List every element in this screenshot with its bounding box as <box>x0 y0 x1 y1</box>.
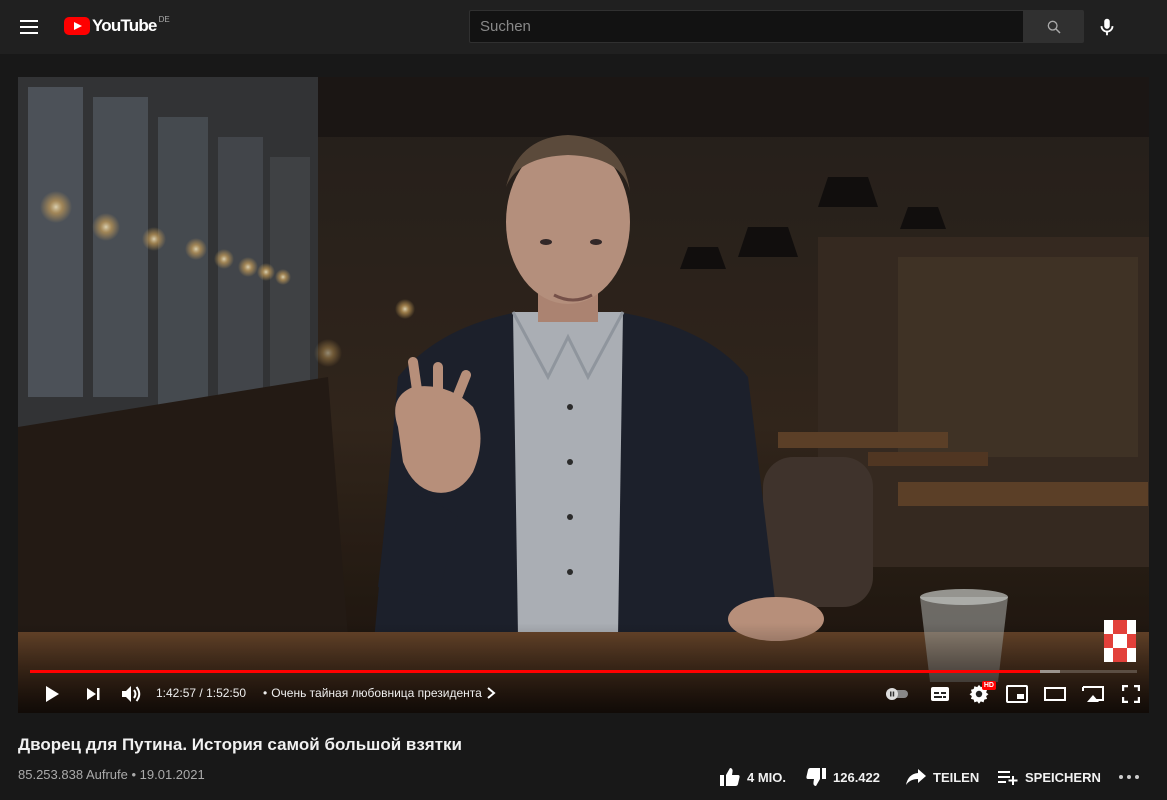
progress-played <box>30 670 1041 673</box>
time-display: 1:42:57 / 1:52:50 <box>156 686 246 700</box>
like-count: 4 MIO. <box>747 769 787 785</box>
upload-date: 19.01.2021 <box>139 767 205 782</box>
theater-mode-button[interactable] <box>1040 677 1070 711</box>
save-label: SPEICHERN <box>1025 769 1101 785</box>
youtube-play-logo-icon <box>64 17 90 35</box>
chapter-button[interactable]: • Очень тайная любовница президента <box>263 686 496 700</box>
video-frame <box>18 77 1149 713</box>
like-button[interactable]: 4 MIO. <box>719 764 786 790</box>
thumbs-down-icon <box>806 768 826 786</box>
play-icon <box>46 686 59 702</box>
logo-text: YouTube <box>92 16 157 35</box>
cast-icon <box>1082 686 1104 702</box>
dislike-button[interactable]: 126.422 <box>805 764 880 790</box>
video-meta: 85.253.838 Aufrufe • 19.01.2021 <box>18 767 205 782</box>
view-count: 85.253.838 Aufrufe <box>18 767 128 782</box>
thumbs-up-icon <box>720 768 740 786</box>
masthead: YouTube DE <box>0 0 1167 54</box>
cast-button[interactable] <box>1078 677 1108 711</box>
subtitles-button[interactable] <box>926 677 954 711</box>
share-label: TEILEN <box>933 769 980 785</box>
save-button[interactable]: SPEICHERN <box>997 764 1101 790</box>
voice-search-button[interactable] <box>1096 16 1118 38</box>
fullscreen-button[interactable] <box>1116 677 1146 711</box>
autoplay-toggle-icon <box>886 688 908 700</box>
more-horizontal-icon <box>1119 775 1139 779</box>
menu-icon[interactable] <box>14 14 44 40</box>
volume-icon <box>122 686 141 702</box>
hd-badge: HD <box>981 681 996 690</box>
current-time: 1:42:57 <box>156 686 197 700</box>
playlist-add-icon <box>998 771 1018 785</box>
progress-bar[interactable] <box>30 670 1137 673</box>
share-icon <box>906 769 926 785</box>
fullscreen-icon <box>1122 685 1140 703</box>
search-box <box>469 10 1084 43</box>
dislike-count: 126.422 <box>833 769 880 785</box>
theater-mode-icon <box>1044 687 1066 701</box>
channel-watermark-icon[interactable] <box>1104 620 1136 662</box>
video-title: Дворец для Путина. История самой большой… <box>18 735 463 754</box>
miniplayer-icon <box>1006 685 1028 703</box>
subtitles-icon <box>931 687 949 701</box>
next-button[interactable] <box>78 677 108 711</box>
time-separator: / <box>196 686 207 700</box>
search-button[interactable] <box>1023 10 1084 43</box>
meta-separator: • <box>127 767 140 782</box>
chevron-right-icon <box>487 687 496 699</box>
video-player[interactable]: 1:42:57 / 1:52:50 • Очень тайная любовни… <box>18 77 1149 713</box>
settings-button[interactable]: HD <box>964 677 996 711</box>
search-icon <box>1047 20 1061 34</box>
autoplay-toggle[interactable] <box>882 677 912 711</box>
chapter-bullet: • <box>263 686 268 700</box>
play-button[interactable] <box>36 677 68 711</box>
country-code: DE <box>158 14 170 24</box>
volume-button[interactable] <box>116 677 146 711</box>
duration: 1:52:50 <box>206 686 247 700</box>
share-button[interactable]: TEILEN <box>905 764 979 790</box>
more-actions-button[interactable] <box>1118 764 1140 790</box>
search-input[interactable] <box>469 10 1023 43</box>
chapter-title: Очень тайная любовница президента <box>271 686 482 700</box>
miniplayer-button[interactable] <box>1002 677 1032 711</box>
microphone-icon <box>1100 18 1114 36</box>
skip-next-icon <box>87 688 100 700</box>
youtube-logo[interactable]: YouTube DE <box>64 14 170 36</box>
